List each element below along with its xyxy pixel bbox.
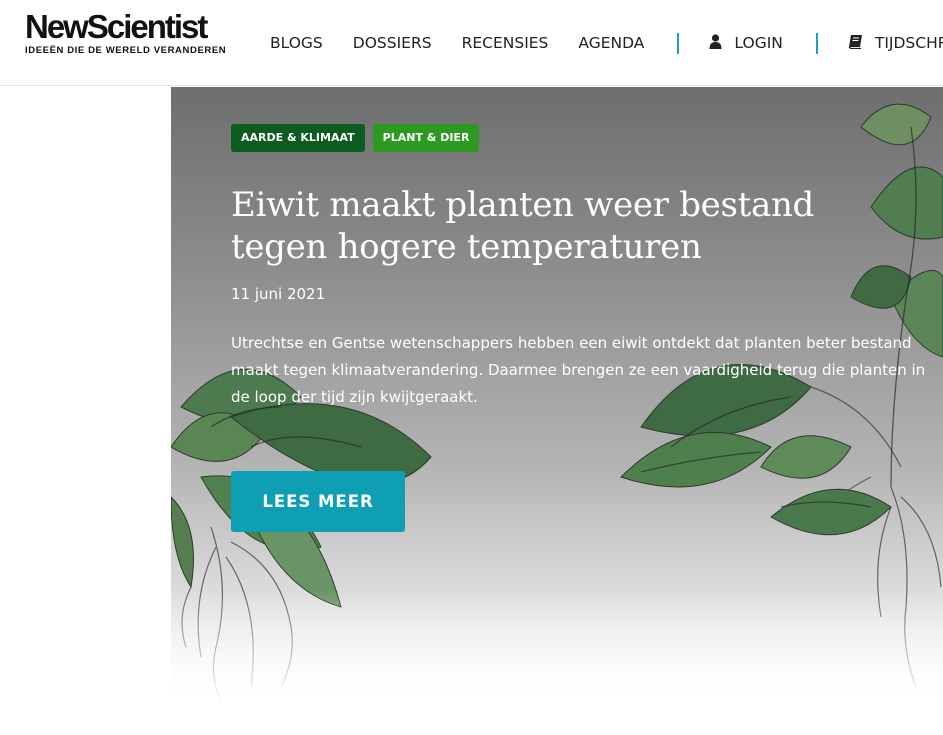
category-tags: AARDE & KLIMAAT PLANT & DIER (231, 124, 487, 152)
article-date: 11 juni 2021 (231, 285, 326, 303)
site-header: NewScientist IDEEËN DIE DE WERELD VERAND… (0, 0, 943, 86)
hero-banner: AARDE & KLIMAAT PLANT & DIER Eiwit maakt… (171, 87, 943, 700)
article-summary: Utrechtse en Gentse wetenschappers hebbe… (231, 334, 926, 406)
logo-wordmark: NewScientist (25, 8, 208, 45)
nav-item-blogs[interactable]: BLOGS (270, 34, 323, 52)
nav-item-agenda[interactable]: AGENDA (578, 34, 644, 52)
logo-tagline: IDEEËN DIE DE WERELD VERANDEREN (25, 45, 227, 56)
tag-plant-dier[interactable]: PLANT & DIER (372, 124, 480, 152)
nav-separator (815, 32, 818, 54)
tijdschrift-label: TIJDSCHRIF (874, 34, 943, 52)
hero-bottom-fade (171, 590, 943, 700)
tag-aarde-klimaat[interactable]: AARDE & KLIMAAT (231, 124, 365, 152)
site-logo[interactable]: NewScientist IDEEËN DIE DE WERELD VERAND… (25, 8, 227, 57)
nav-separator (677, 32, 680, 54)
nav-item-recensies[interactable]: RECENSIES (462, 34, 549, 52)
login-label: LOGIN (734, 34, 783, 52)
nav-item-dossiers[interactable]: DOSSIERS (353, 34, 432, 52)
read-more-button[interactable]: LEES MEER (231, 471, 405, 532)
nav-item-tijdschrift[interactable]: TIJDSCHRIF (848, 34, 943, 53)
book-icon (848, 34, 863, 53)
article-title[interactable]: Eiwit maakt planten weer bestand tegen h… (231, 184, 911, 268)
nav-item-login[interactable]: LOGIN (709, 33, 783, 53)
user-icon (709, 33, 722, 53)
main-nav: BLOGS DOSSIERS RECENSIES AGENDA LOGIN TI… (270, 0, 943, 86)
